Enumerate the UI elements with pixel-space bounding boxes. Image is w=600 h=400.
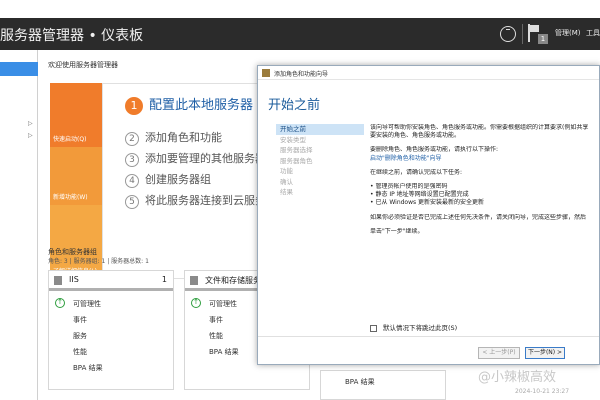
content-line: 在继续之前，请确认完成以下任务: [370, 168, 463, 176]
step-configure-local-server[interactable]: 1 配置此本地服务器 [125, 94, 253, 115]
page-title: 服务器管理器 • 仪表板 [0, 28, 144, 44]
wizard-nav-item[interactable]: 功能 [276, 166, 364, 177]
expand-arrow-icon[interactable]: ▷ [28, 120, 33, 127]
tile-quick-start[interactable]: 快速启动(Q) [50, 83, 102, 147]
content-line: 如果你必须验证是否已完成上述任何先决条件，请关闭向导，完成这些步骤，然后 [370, 213, 587, 221]
content-line: • 已从 Windows 更新安装最新的安全更新 [370, 199, 485, 207]
wizard-nav-item[interactable]: 确认 [276, 177, 364, 188]
skip-page-checkbox[interactable]: 默认情况下将跳过此页(S) [370, 322, 457, 332]
wizard-title: 添加角色和功能向导 [274, 71, 329, 78]
wizard-heading: 开始之前 [268, 98, 321, 113]
card-row[interactable]: 服务 [73, 331, 87, 341]
wizard-nav-item[interactable]: 开始之前 [276, 124, 364, 135]
wizard-title-bar: 添加角色和功能向导 [258, 66, 599, 80]
watermark-date: 2024-10-21 23:27 [515, 388, 570, 395]
manage-menu[interactable]: 管理(M) [555, 28, 581, 38]
content-line: 要删除角色、角色服务或功能，请执行以下操作: [370, 146, 499, 154]
remove-roles-link[interactable]: 启动"删除角色和功能"向导 [370, 155, 442, 162]
role-card-partial[interactable]: BPA 结果 [320, 370, 446, 400]
card-row[interactable]: 事件 [209, 315, 223, 325]
card-row[interactable]: BPA 结果 [73, 363, 103, 373]
welcome-title: 欢迎使用服务器管理器 [48, 61, 118, 69]
wizard-nav: 开始之前 安装类型 服务器选择 服务器角色 功能 确认 结果 [276, 124, 364, 198]
divider [258, 336, 599, 337]
tile-whats-new[interactable]: 新增功能(W) [50, 147, 102, 205]
add-roles-wizard: 添加角色和功能向导 开始之前 开始之前 安装类型 服务器选择 服务器角色 功能 … [257, 65, 600, 365]
tools-menu[interactable]: 工具(T) [586, 28, 600, 38]
title-bar: 服务器管理器 • 仪表板 1 管理(M) 工具(T) [0, 18, 600, 50]
screen-top-strip [0, 0, 600, 18]
wizard-content: 该向导可帮助你安装角色、角色服务或功能。你需要根据组织的计算要求(例如共享 要安装… [370, 124, 598, 242]
content-line: 要安装的角色、角色服务或功能。 [370, 132, 461, 140]
watermark: @小辣椒高效 [478, 370, 557, 385]
wizard-icon [262, 69, 270, 77]
content-line: • 管理员帐户使用的是强密码 [370, 183, 448, 191]
card-row[interactable]: 可管理性 [73, 299, 101, 309]
server-icon [54, 276, 62, 285]
card-row[interactable]: 事件 [73, 315, 87, 325]
next-button[interactable]: 下一步(N) > [525, 347, 565, 359]
card-row[interactable]: 性能 [209, 331, 223, 341]
wizard-nav-item[interactable]: 安装类型 [276, 135, 364, 146]
tile-learn-more[interactable]: 了解详细信息(L) [50, 205, 102, 279]
step-add-servers[interactable]: 3 添加要管理的其他服务器 [125, 150, 266, 167]
step-connect-cloud[interactable]: 5 将此服务器连接到云服务 [125, 192, 266, 209]
card-row[interactable]: BPA 结果 [345, 377, 375, 387]
folder-icon [190, 276, 198, 285]
content-line: 单击"下一步"继续。 [370, 227, 424, 235]
expand-arrow-icon[interactable]: ▷ [28, 132, 33, 139]
nav-item-dashboard[interactable] [0, 62, 38, 76]
card-row[interactable]: 可管理性 [209, 299, 237, 309]
refresh-icon[interactable] [500, 26, 516, 42]
divider [522, 24, 523, 44]
groups-summary: 角色: 3 | 服务器组: 1 | 服务器总数: 1 [48, 258, 149, 265]
role-card-iis[interactable]: IIS 1 ↑ 可管理性 事件 服务 性能 BPA 结果 [48, 270, 174, 390]
card-row[interactable]: 性能 [73, 347, 87, 357]
step-add-roles[interactable]: 2 添加角色和功能 [125, 129, 222, 146]
card-row[interactable]: BPA 结果 [209, 347, 239, 357]
wizard-nav-item[interactable]: 结果 [276, 187, 364, 198]
content-line: 该向导可帮助你安装角色、角色服务或功能。你需要根据组织的计算要求(例如共享 [370, 124, 589, 131]
check-icon: ↑ [55, 298, 65, 308]
quick-steps: 1 配置此本地服务器 2 添加角色和功能 3 添加要管理的其他服务器 4 创建服务器组 … [102, 83, 272, 279]
step-create-group[interactable]: 4 创建服务器组 [125, 171, 211, 188]
content-line: • 静态 IP 地址等网络设置已配置完成 [370, 191, 469, 199]
wizard-nav-item[interactable]: 服务器选择 [276, 145, 364, 156]
check-icon: ↑ [191, 298, 201, 308]
wizard-nav-item[interactable]: 服务器角色 [276, 156, 364, 167]
previous-button[interactable]: < 上一步(P) [478, 347, 520, 359]
notification-badge: 1 [538, 34, 548, 44]
left-nav: ▷ ▷ [0, 50, 38, 400]
